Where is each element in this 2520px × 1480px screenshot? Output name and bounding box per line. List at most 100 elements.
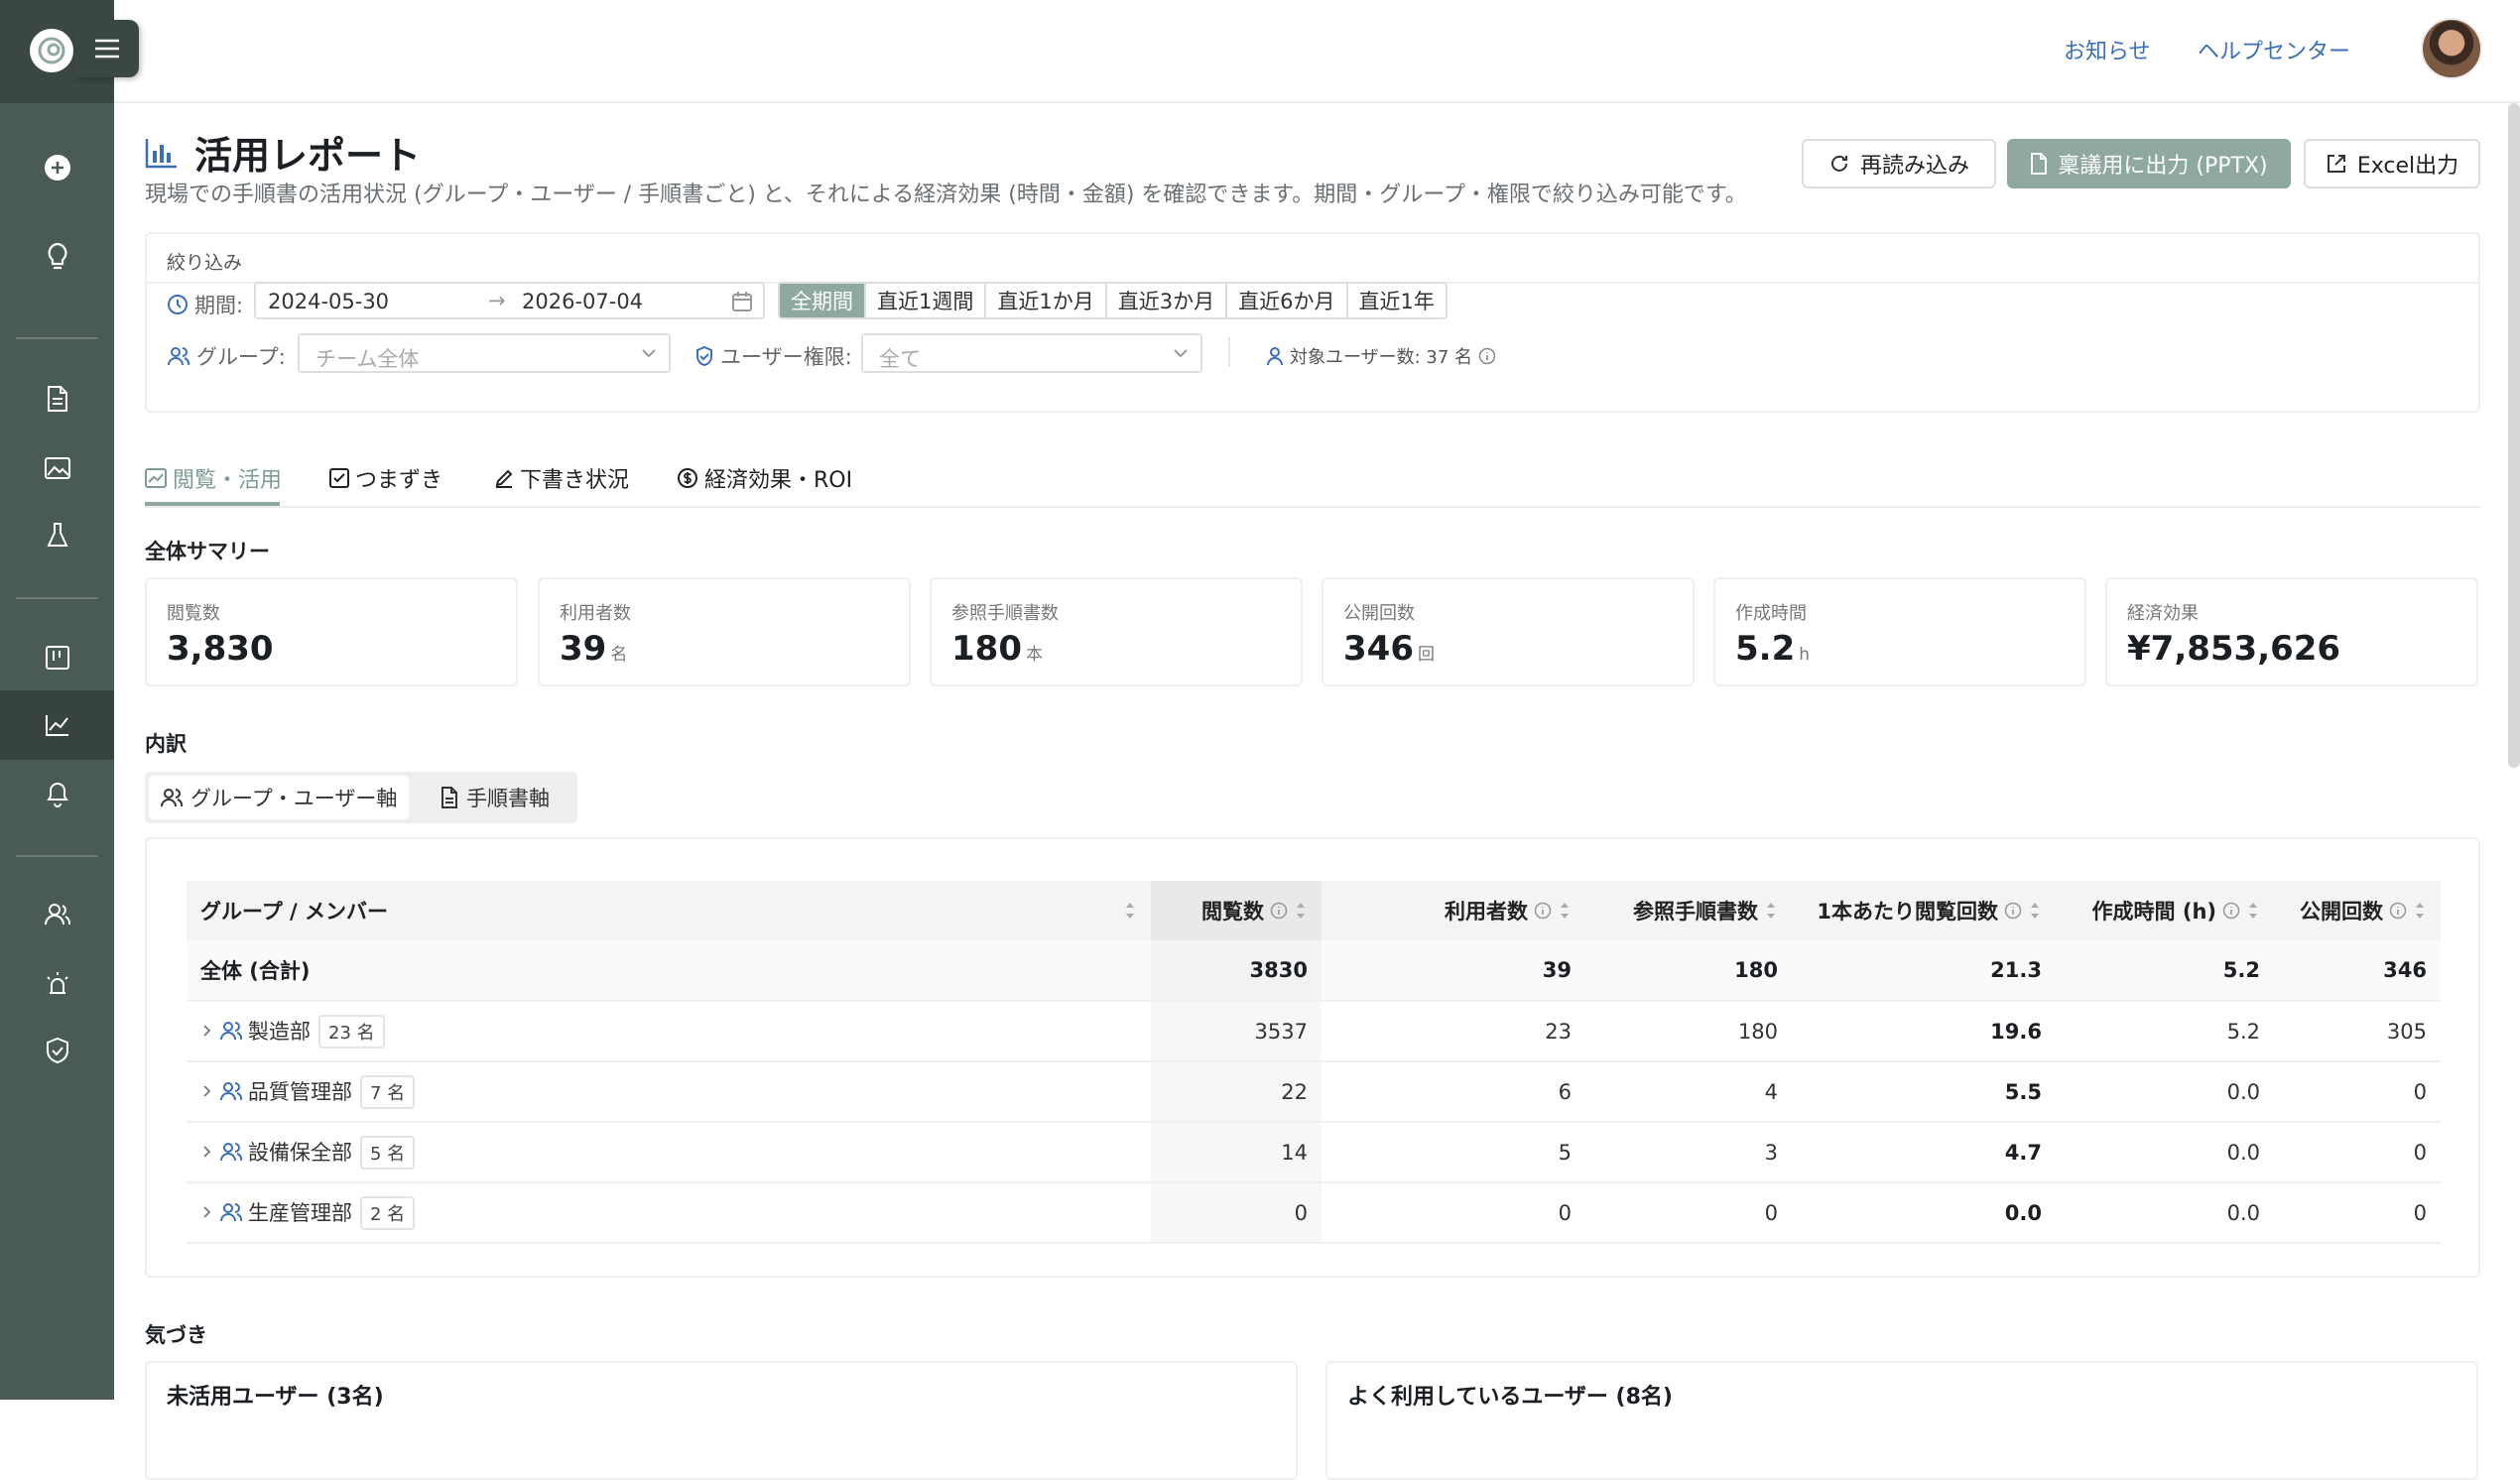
sort-icon[interactable] bbox=[2028, 900, 2042, 922]
quick-range-1year[interactable]: 直近1年 bbox=[1345, 284, 1446, 317]
report-chart-icon[interactable] bbox=[0, 690, 114, 760]
cell-per-doc: 4.7 bbox=[1792, 1122, 2056, 1183]
user-avatar[interactable] bbox=[2421, 18, 2482, 79]
help-center-link[interactable]: ヘルプセンター bbox=[2198, 34, 2350, 65]
period-label-row: 期間: bbox=[167, 290, 243, 319]
sidebar-divider bbox=[16, 337, 98, 339]
cell-per-doc: 19.6 bbox=[1792, 1001, 2056, 1062]
info-icon[interactable] bbox=[1270, 902, 1288, 920]
cell-views: 22 bbox=[1151, 1061, 1322, 1123]
arrow-right-icon: → bbox=[488, 289, 506, 312]
sort-icon[interactable] bbox=[1764, 900, 1778, 922]
info-icon[interactable] bbox=[2222, 902, 2240, 920]
cell-hours: 5.2 bbox=[2056, 1001, 2274, 1062]
end-date-input[interactable]: 2026-07-04 bbox=[522, 290, 643, 313]
info-icon[interactable] bbox=[2389, 902, 2407, 920]
cell-docs: 4 bbox=[1585, 1061, 1792, 1123]
shield-check-icon[interactable] bbox=[0, 1016, 114, 1085]
bell-icon[interactable] bbox=[0, 760, 114, 829]
table-row[interactable]: 品質管理部 7 名 22 6 4 5.5 0.0 0 bbox=[187, 1061, 2441, 1123]
tab-views[interactable]: 閲覧・活用 bbox=[145, 462, 282, 494]
sort-icon[interactable] bbox=[1558, 900, 1572, 922]
column-header-per-doc[interactable]: 1本あたり閲覧回数 bbox=[1792, 881, 2056, 940]
hamburger-menu-icon[interactable] bbox=[75, 20, 139, 77]
reload-button[interactable]: 再読み込み bbox=[1802, 139, 1996, 188]
group-select[interactable]: チーム全体 bbox=[298, 333, 671, 373]
table-row[interactable]: 設備保全部 5 名 14 5 3 4.7 0.0 0 bbox=[187, 1122, 2441, 1183]
chevron-right-icon[interactable] bbox=[200, 1023, 214, 1039]
target-users-count: 対象ユーザー数: 37 名 bbox=[1290, 347, 1473, 368]
table-row[interactable]: 生産管理部 2 名 0 0 0 0.0 0.0 0 bbox=[187, 1182, 2441, 1244]
active-users-card: よく利用しているユーザー (8名) bbox=[1325, 1361, 2478, 1480]
chevron-right-icon[interactable] bbox=[200, 1144, 214, 1160]
alarm-icon[interactable] bbox=[0, 948, 114, 1018]
tab-roi-label: 経済効果・ROI bbox=[704, 468, 853, 493]
group-name: 生産管理部 bbox=[248, 1200, 352, 1225]
info-icon[interactable] bbox=[2004, 902, 2022, 920]
group-name: 品質管理部 bbox=[248, 1079, 352, 1104]
sort-icon[interactable] bbox=[2246, 900, 2260, 922]
cell-publishes: 305 bbox=[2274, 1001, 2441, 1062]
tab-roi[interactable]: 経済効果・ROI bbox=[677, 462, 852, 494]
lightbulb-icon[interactable] bbox=[0, 222, 114, 292]
chevron-right-icon[interactable] bbox=[200, 1204, 214, 1220]
column-label: 利用者数 bbox=[1445, 900, 1528, 924]
flask-icon[interactable] bbox=[0, 501, 114, 570]
report-tabs: 閲覧・活用 つまずき 下書き状況 経済効果・ROI bbox=[145, 452, 2480, 508]
news-link[interactable]: お知らせ bbox=[2064, 34, 2151, 65]
card-unit: h bbox=[1799, 645, 1811, 665]
users-icon[interactable] bbox=[0, 880, 114, 949]
image-icon[interactable] bbox=[0, 433, 114, 503]
quick-range-1month[interactable]: 直近1か月 bbox=[984, 284, 1104, 317]
chevron-down-icon bbox=[1174, 349, 1188, 358]
column-header-publishes[interactable]: 公開回数 bbox=[2274, 881, 2441, 940]
card-label: 参照手順書数 bbox=[951, 603, 1059, 624]
date-range-picker[interactable]: 2024-05-30 → 2026-07-04 bbox=[254, 282, 765, 319]
chart-icon bbox=[145, 468, 167, 488]
page-scrollbar[interactable] bbox=[2508, 103, 2520, 768]
chevron-right-icon[interactable] bbox=[200, 1083, 214, 1099]
quick-range-6months[interactable]: 直近6か月 bbox=[1225, 284, 1345, 317]
export-pptx-button[interactable]: 稟議用に出力 (PPTX) bbox=[2007, 139, 2291, 188]
column-header-docs[interactable]: 参照手順書数 bbox=[1585, 881, 1792, 940]
card-label: 作成時間 bbox=[1735, 603, 1807, 624]
table-header-row: グループ / メンバー 閲覧数 利用者数 参照手順書数 1本あたり閲覧回数 作成… bbox=[187, 881, 2441, 940]
group-select-placeholder: チーム全体 bbox=[315, 347, 420, 371]
quick-range-all[interactable]: 全期間 bbox=[780, 284, 864, 317]
segment-group-user[interactable]: グループ・ユーザー軸 bbox=[149, 776, 410, 819]
column-header-group[interactable]: グループ / メンバー bbox=[187, 881, 1151, 940]
card-label: 利用者数 bbox=[560, 603, 631, 624]
cell-views: 14 bbox=[1151, 1122, 1322, 1183]
cell-hours: 0.0 bbox=[2056, 1182, 2274, 1244]
board-icon[interactable] bbox=[0, 623, 114, 692]
info-icon[interactable] bbox=[1478, 347, 1496, 365]
column-header-hours[interactable]: 作成時間 (h) bbox=[2056, 881, 2274, 940]
breakdown-axis-toggle: グループ・ユーザー軸 手順書軸 bbox=[145, 772, 577, 823]
document-icon[interactable] bbox=[0, 364, 114, 433]
cell-docs: 180 bbox=[1585, 940, 1792, 1002]
start-date-input[interactable]: 2024-05-30 bbox=[268, 290, 389, 313]
column-header-views[interactable]: 閲覧数 bbox=[1151, 881, 1322, 940]
sort-icon[interactable] bbox=[1123, 900, 1137, 922]
sort-icon[interactable] bbox=[2413, 900, 2427, 922]
app-logo[interactable] bbox=[30, 29, 73, 72]
role-label: ユーザー権限: bbox=[720, 345, 852, 369]
role-select[interactable]: 全て bbox=[861, 333, 1202, 373]
create-new-icon[interactable] bbox=[0, 133, 114, 202]
card-unit: 回 bbox=[1417, 645, 1435, 665]
tab-drafts[interactable]: 下書き状況 bbox=[494, 462, 629, 494]
quick-range-1week[interactable]: 直近1週間 bbox=[864, 284, 984, 317]
page-title: 活用レポート bbox=[194, 134, 422, 178]
table-row[interactable]: 製造部 23 名 3537 23 180 19.6 5.2 305 bbox=[187, 1001, 2441, 1062]
card-value: ¥7,853,626 bbox=[2127, 629, 2341, 669]
sort-icon[interactable] bbox=[1294, 900, 1308, 922]
export-excel-button[interactable]: Excel出力 bbox=[2304, 139, 2480, 188]
segment-document[interactable]: 手順書軸 bbox=[429, 776, 562, 819]
user-icon bbox=[1267, 347, 1283, 366]
tab-stumbles[interactable]: つまずき bbox=[329, 462, 442, 494]
cell-users: 39 bbox=[1322, 940, 1585, 1002]
quick-range-3months[interactable]: 直近3か月 bbox=[1104, 284, 1225, 317]
info-icon[interactable] bbox=[1534, 902, 1552, 920]
role-label-row: ユーザー権限: bbox=[694, 341, 852, 371]
column-header-users[interactable]: 利用者数 bbox=[1322, 881, 1585, 940]
